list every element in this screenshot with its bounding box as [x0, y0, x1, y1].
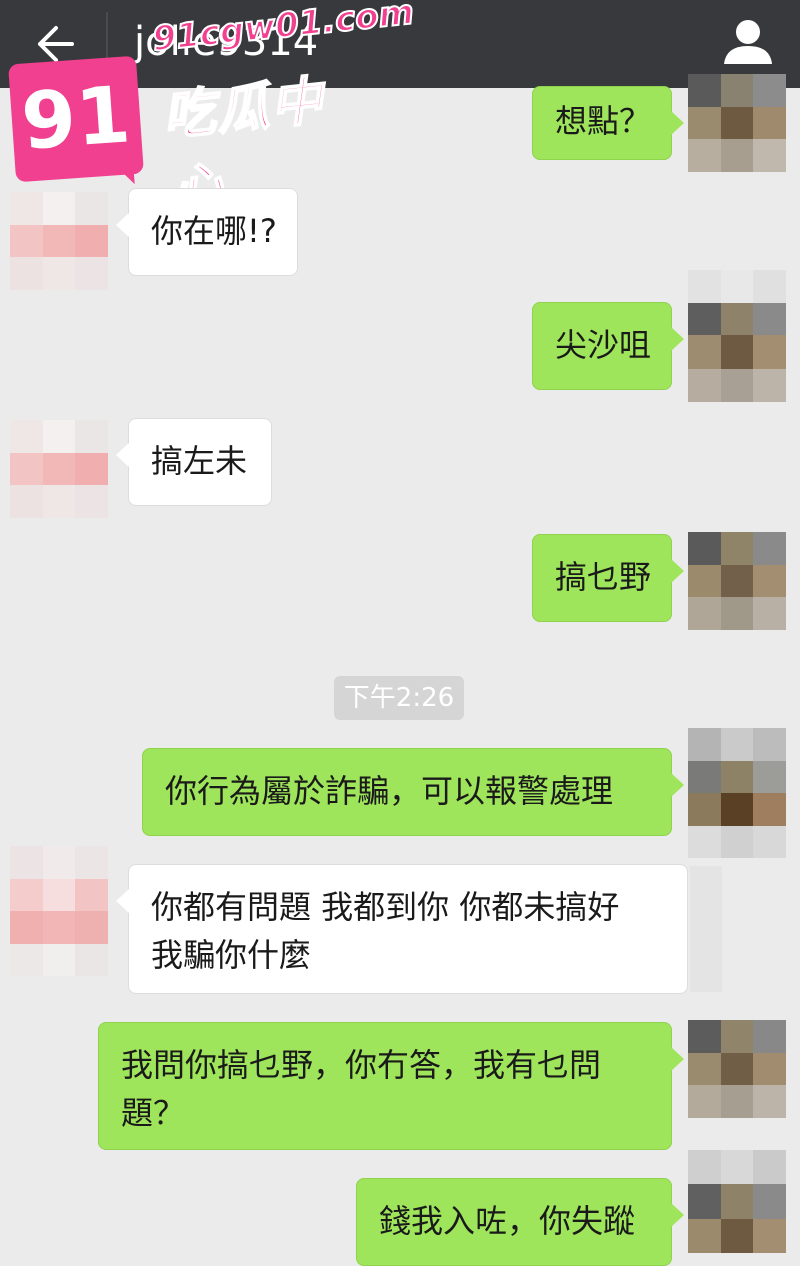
message-bubble-outgoing[interactable]: 搞乜野 [532, 534, 684, 622]
blurred-strip [690, 866, 722, 992]
my-avatar[interactable] [688, 74, 786, 172]
message-text: 你在哪!? [151, 212, 277, 250]
message-text: 你行為屬於詐騙，可以報警處理 [165, 772, 614, 810]
message-bubble-outgoing[interactable]: 想點？ [532, 86, 684, 160]
message-text: 尖沙咀 [555, 326, 652, 364]
message-bubble-incoming[interactable]: 你在哪!? [116, 188, 298, 276]
header-divider [106, 12, 108, 76]
time-divider: 下午2:26 [334, 676, 464, 720]
message-bubble-incoming[interactable]: 搞左未 [116, 418, 272, 506]
contact-avatar[interactable] [10, 420, 108, 518]
my-avatar-lower [688, 826, 786, 858]
person-icon [724, 20, 772, 64]
profile-button[interactable] [718, 12, 778, 72]
contact-avatar[interactable] [10, 192, 108, 290]
arrow-left-icon [38, 26, 74, 62]
message-text: 搞乜野 [555, 558, 652, 596]
message-text: 想點？ [555, 102, 652, 140]
contact-avatar-lower [10, 944, 108, 976]
my-avatar-lower [688, 336, 786, 402]
my-avatar[interactable] [688, 1020, 786, 1118]
message-text: 搞左未 [151, 442, 248, 480]
message-text: 我問你搞乜野，你冇答，我有乜問 題？ [121, 1046, 602, 1132]
message-bubble-outgoing[interactable]: 你行為屬於詐騙，可以報警處理 [142, 748, 684, 836]
chat-title: jolie9314 [134, 19, 319, 65]
message-bubble-outgoing[interactable]: 尖沙咀 [532, 302, 684, 390]
my-avatar[interactable] [688, 1150, 786, 1253]
message-text: 你都有問題 我都到你 你都未搞好 我騙你什麼 [151, 888, 620, 974]
my-avatar[interactable] [688, 532, 786, 630]
contact-avatar[interactable] [10, 846, 108, 944]
back-button[interactable] [20, 14, 88, 74]
message-bubble-outgoing[interactable]: 我問你搞乜野，你冇答，我有乜問 題？ [98, 1022, 684, 1150]
message-text: 錢我入咗，你失蹤 [379, 1202, 636, 1240]
title-bar: jolie9314 [0, 0, 800, 88]
my-avatar[interactable] [688, 728, 786, 826]
message-bubble-incoming[interactable]: 你都有問題 我都到你 你都未搞好 我騙你什麼 [116, 864, 688, 994]
